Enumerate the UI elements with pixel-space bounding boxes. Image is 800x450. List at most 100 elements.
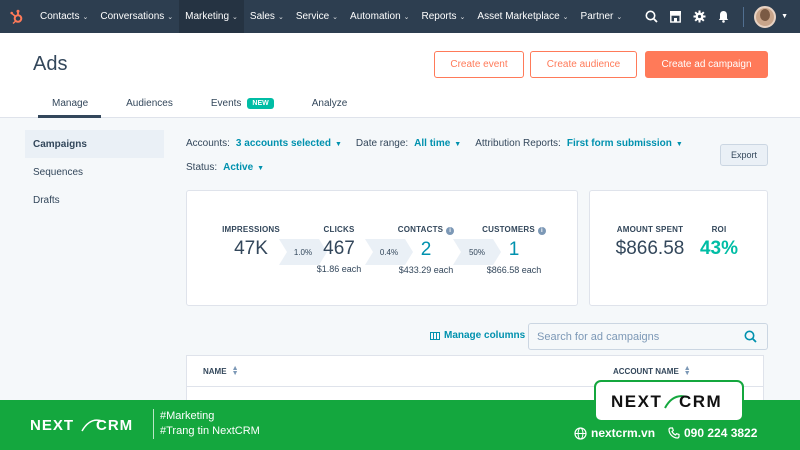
spend-card: AMOUNT SPENT $866.58 ROI 43% <box>589 190 768 306</box>
sidebar: Campaigns Sequences Drafts <box>25 130 164 214</box>
chevron-down-icon: ⌄ <box>232 13 238 21</box>
export-button[interactable]: Export <box>720 144 768 166</box>
hashtags: #Marketing #Trang tin NextCRM <box>153 409 260 439</box>
columns-icon <box>430 331 440 340</box>
sidebar-item-campaigns[interactable]: Campaigns <box>25 130 164 158</box>
caret-down-icon: ▼ <box>334 140 342 148</box>
website-link[interactable]: nextcrm.vn <box>574 426 655 440</box>
contacts-label: CONTACTS i <box>389 225 463 235</box>
phone-icon <box>668 427 680 439</box>
nav-reports[interactable]: Reports ⌄ <box>416 0 472 33</box>
roi-stat: ROI 43% <box>694 225 744 260</box>
hubspot-logo-icon[interactable] <box>0 0 34 33</box>
globe-icon <box>574 426 587 440</box>
svg-text:CRM: CRM <box>96 417 133 434</box>
search-placeholder: Search for ad campaigns <box>537 330 660 343</box>
chevron-down-icon: ⌄ <box>167 13 174 21</box>
roi-value: 43% <box>699 238 739 259</box>
chevron-down-icon: ⌄ <box>332 13 339 21</box>
hashtag-marketing: #Marketing <box>160 410 215 422</box>
phone-link[interactable]: 090 224 3822 <box>668 426 757 440</box>
customers-stat: CUSTOMERS i 1 $866.58 each <box>477 225 551 275</box>
create-ad-campaign-button[interactable]: Create ad campaign <box>645 51 768 78</box>
chevron-down-icon: ⌄ <box>82 13 89 21</box>
status-label: Status: <box>186 161 218 173</box>
contacts-stat: CONTACTS i 2 $433.29 each <box>389 225 463 275</box>
impressions-stat: IMPRESSIONS 47K <box>215 225 287 260</box>
info-icon[interactable]: i <box>446 227 455 235</box>
funnel-card: IMPRESSIONS 47K 1.0% CLICKS 467 $1.86 ea… <box>186 190 578 306</box>
nextcrm-logo-box: NEXT CRM <box>596 382 742 420</box>
status-dropdown[interactable]: Active ▼ <box>223 162 264 173</box>
tab-manage[interactable]: Manage <box>37 88 102 118</box>
tab-events[interactable]: Events NEW <box>211 88 274 118</box>
column-header-account-name[interactable]: ACCOUNT NAME ▲ ▼ <box>613 365 691 377</box>
create-event-button[interactable]: Create event <box>434 51 524 78</box>
impressions-label: IMPRESSIONS <box>222 225 280 234</box>
nav-contacts[interactable]: Contacts ⌄ <box>34 0 94 33</box>
tab-audiences[interactable]: Audiences <box>126 88 173 118</box>
top-navigation: Contacts ⌄ Conversations ⌄ Marketing ⌄ Sale… <box>0 0 800 33</box>
cost-per-contact: $433.29 each <box>398 265 454 275</box>
cost-per-customer: $866.58 each <box>486 265 542 275</box>
caret-down-icon: ▼ <box>454 140 462 148</box>
settings-gear-icon[interactable] <box>687 0 711 33</box>
chevron-down-icon[interactable]: ▼ <box>781 13 788 20</box>
sort-icon: ▲ ▼ <box>231 365 239 377</box>
nav-sales[interactable]: Sales ⌄ <box>244 0 290 33</box>
cost-per-click: $1.86 each <box>316 264 362 274</box>
caret-down-icon: ▼ <box>257 164 265 172</box>
impressions-value: 47K <box>234 238 268 259</box>
amount-spent-label: AMOUNT SPENT <box>616 225 684 234</box>
roi-label: ROI <box>711 225 727 234</box>
nav-conversations[interactable]: Conversations ⌄ <box>94 0 179 33</box>
amount-spent-value: $866.58 <box>615 238 685 259</box>
svg-text:CRM: CRM <box>679 392 722 411</box>
accounts-dropdown[interactable]: 3 accounts selected ▼ <box>236 138 342 149</box>
column-header-name[interactable]: NAME ▲ ▼ <box>203 365 239 377</box>
notifications-bell-icon[interactable] <box>711 0 735 33</box>
date-range-dropdown[interactable]: All time ▼ <box>414 138 461 149</box>
attribution-dropdown[interactable]: First form submission ▼ <box>567 138 683 149</box>
nav-partner[interactable]: Partner ⌄ <box>575 0 629 33</box>
attribution-label: Attribution Reports: <box>475 137 561 149</box>
svg-text:NEXT: NEXT <box>30 417 74 434</box>
nav-automation[interactable]: Automation ⌄ <box>344 0 415 33</box>
chevron-down-icon: ⌄ <box>562 13 569 21</box>
search-icon[interactable] <box>639 0 663 33</box>
nav-service[interactable]: Service ⌄ <box>290 0 344 33</box>
create-audience-button[interactable]: Create audience <box>530 51 637 78</box>
search-icon[interactable] <box>744 330 757 343</box>
contacts-value[interactable]: 2 <box>389 239 463 261</box>
caret-down-icon: ▼ <box>675 140 683 148</box>
info-icon[interactable]: i <box>537 227 546 235</box>
hashtag-trang-tin: #Trang tin NextCRM <box>160 425 260 437</box>
search-input[interactable]: Search for ad campaigns <box>528 323 768 350</box>
page-title: Ads <box>33 53 68 75</box>
manage-columns-link[interactable]: Manage columns <box>430 330 525 341</box>
nav-asset-marketplace[interactable]: Asset Marketplace ⌄ <box>471 0 574 33</box>
nav-marketing[interactable]: Marketing ⌄ <box>179 0 244 33</box>
new-badge: NEW <box>247 97 274 109</box>
tab-bar: Manage Audiences Events NEW Analyze <box>33 88 347 118</box>
amount-spent-stat: AMOUNT SPENT $866.58 <box>608 225 692 260</box>
customers-label: CUSTOMERS i <box>477 225 551 235</box>
customers-value[interactable]: 1 <box>477 239 551 261</box>
chevron-down-icon: ⌄ <box>403 13 410 21</box>
chevron-down-icon: ⌄ <box>459 13 466 21</box>
filter-bar: Accounts: 3 accounts selected ▼ Date rang… <box>186 136 697 184</box>
clicks-label: CLICKS <box>323 225 355 234</box>
sidebar-item-sequences[interactable]: Sequences <box>25 158 164 186</box>
marketplace-icon[interactable] <box>663 0 687 33</box>
tab-analyze[interactable]: Analyze <box>312 88 348 118</box>
sort-icon: ▲ ▼ <box>683 365 691 377</box>
chevron-down-icon: ⌄ <box>616 13 623 21</box>
svg-text:NEXT: NEXT <box>611 392 662 411</box>
chevron-down-icon: ⌄ <box>277 13 284 21</box>
nextcrm-logo: NEXT CRM <box>30 415 142 440</box>
avatar[interactable] <box>754 5 777 28</box>
date-range-label: Date range: <box>355 137 409 149</box>
nav-divider <box>743 6 745 27</box>
accounts-label: Accounts: <box>186 137 230 149</box>
sidebar-item-drafts[interactable]: Drafts <box>25 186 164 214</box>
